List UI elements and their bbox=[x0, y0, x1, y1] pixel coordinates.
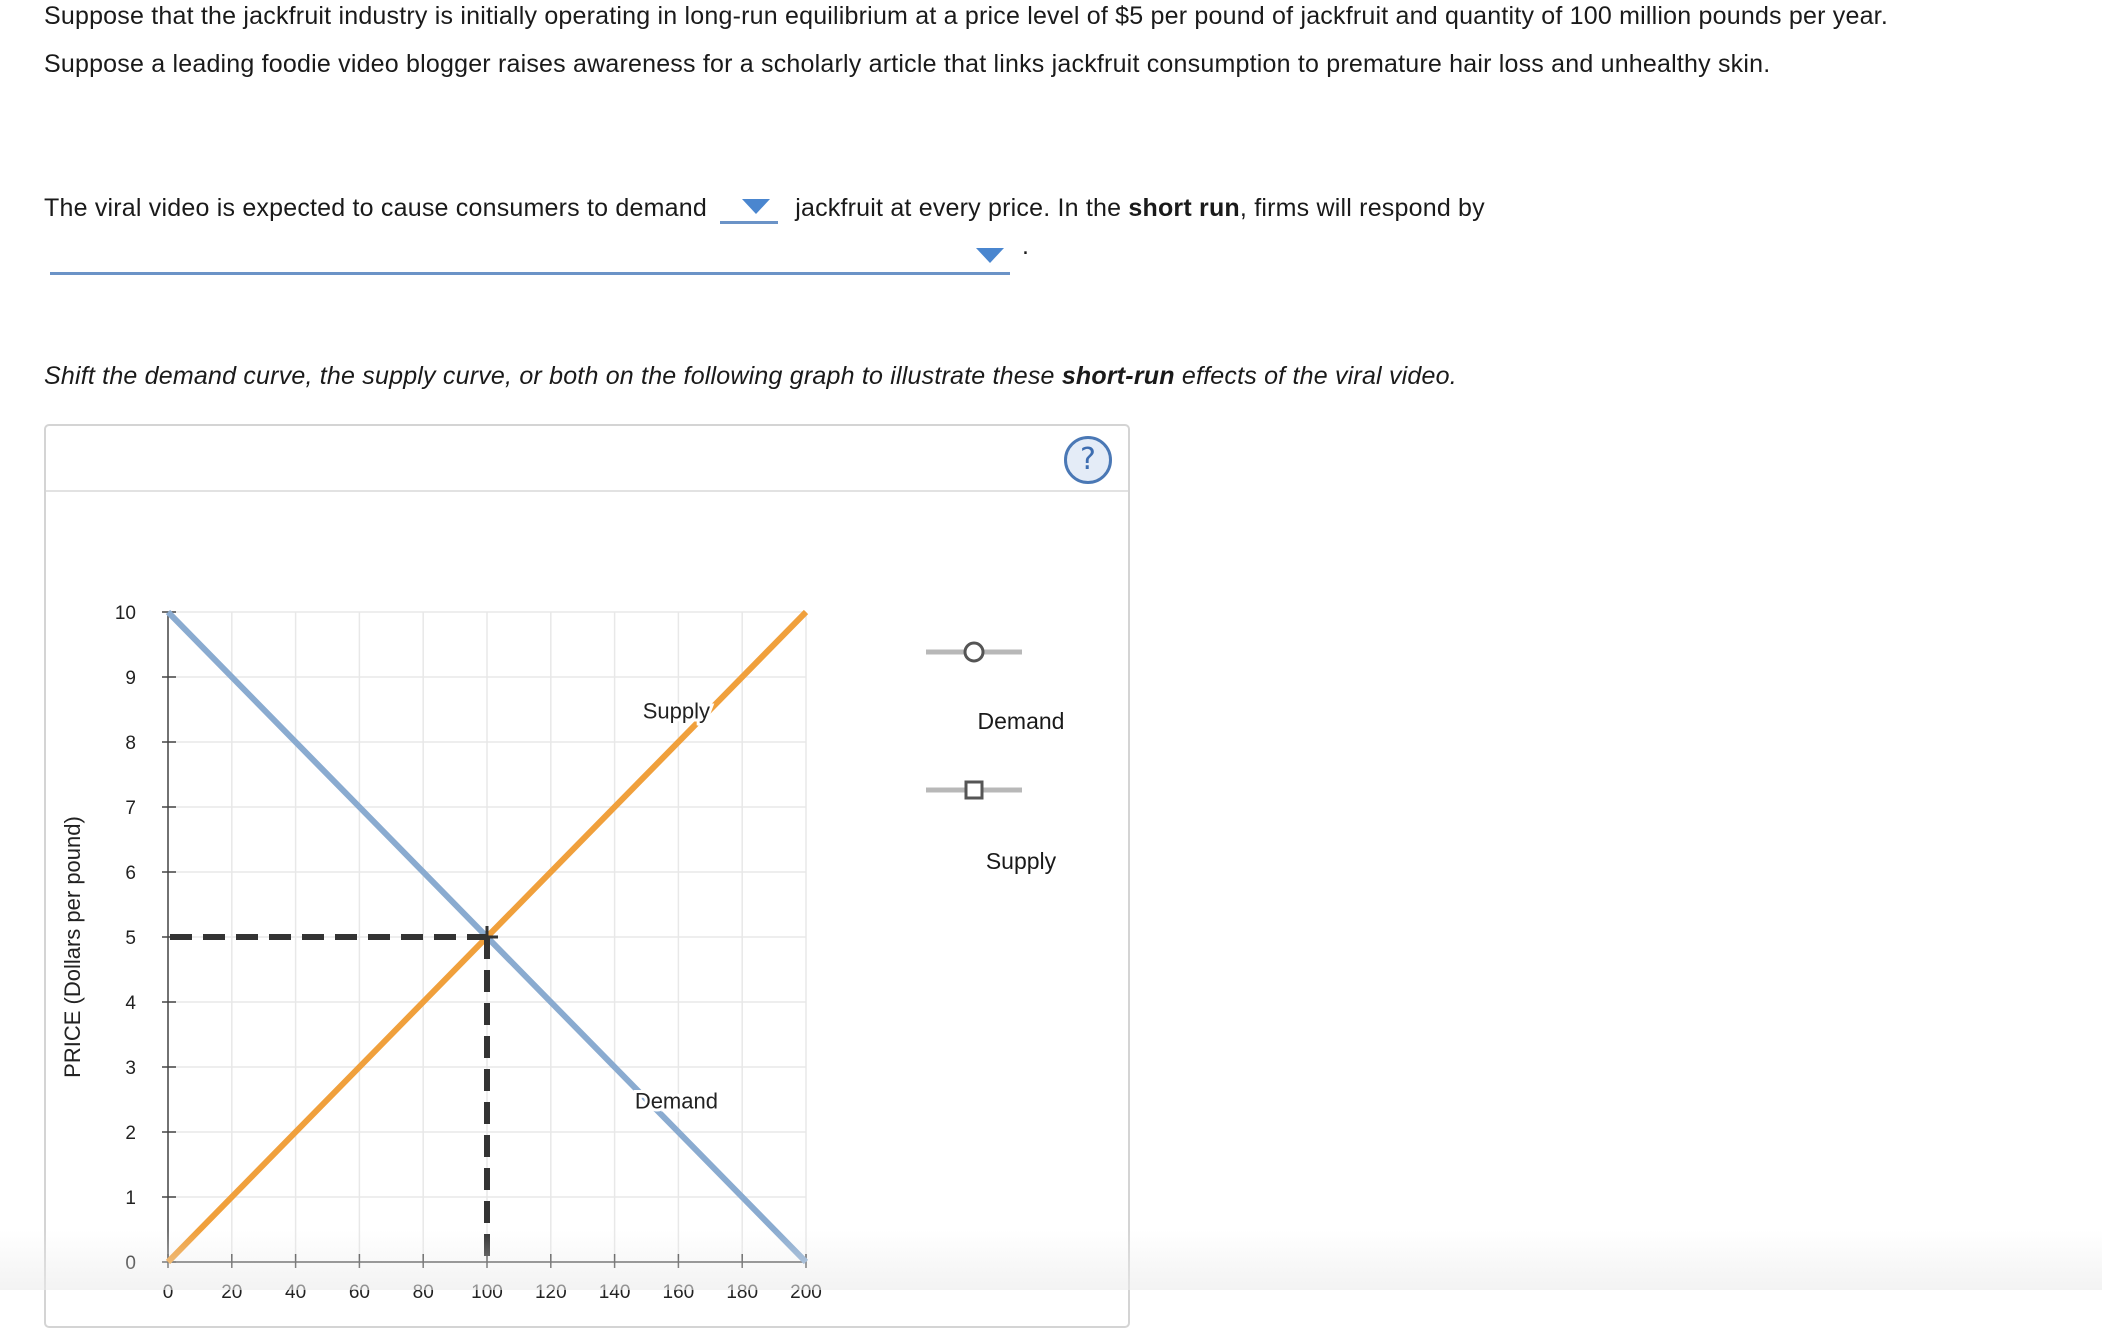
y-tick-label: 8 bbox=[125, 733, 136, 754]
x-tick-label: 140 bbox=[599, 1282, 631, 1303]
demand-curve-label: Demand bbox=[635, 1089, 718, 1114]
legend-supply-label: Supply bbox=[985, 848, 1057, 874]
y-axis-label: PRICE (Dollars per pound) bbox=[60, 816, 85, 1078]
y-tick-label: 6 bbox=[125, 863, 136, 884]
question-line: The viral video is expected to cause con… bbox=[44, 184, 1904, 232]
x-tick-label: 160 bbox=[663, 1282, 695, 1303]
firm-response-dropdown[interactable] bbox=[50, 240, 1010, 275]
x-tick-label: 180 bbox=[726, 1282, 758, 1303]
question-text-3: , firms will respond by bbox=[1239, 194, 1485, 222]
x-tick-label: 60 bbox=[349, 1282, 370, 1303]
x-tick-label: 20 bbox=[221, 1282, 242, 1303]
y-tick-label: 4 bbox=[125, 993, 136, 1014]
y-tick-label: 0 bbox=[125, 1253, 136, 1274]
graph-panel: ? 0 1 2 3 4 5 6 7 8 9 10 0 20 40 60 80 100 120 140 160 180 20… bbox=[44, 424, 1130, 1328]
question-bold-short-run: short run bbox=[1128, 194, 1240, 222]
instruction-text-2: effects of the viral video. bbox=[1181, 362, 1457, 390]
graph-svg: 0123456789100 20 40 60 80 100 120 140 160 180 200P… bbox=[60, 603, 1022, 1303]
x-tick-label: 100 bbox=[471, 1282, 503, 1303]
y-tick-label: 1 bbox=[125, 1188, 136, 1209]
legend-demand-label: Demand bbox=[977, 708, 1065, 734]
question-text-2: jackfruit at every price. In the bbox=[795, 194, 1122, 222]
x-tick-label: 80 bbox=[413, 1282, 434, 1303]
x-tick-label: 200 bbox=[790, 1282, 822, 1303]
legend-demand-circle-icon[interactable] bbox=[963, 641, 985, 663]
demand-change-dropdown[interactable] bbox=[720, 191, 779, 224]
y-tick-label: 10 bbox=[115, 603, 136, 624]
question-text-1: The viral video is expected to cause con… bbox=[44, 194, 707, 222]
instruction-bold-short-run: short-run bbox=[1061, 362, 1175, 390]
instruction-text-1: Shift the demand curve, the supply curve… bbox=[44, 362, 1055, 390]
dropdown-arrow-icon bbox=[742, 199, 771, 214]
y-tick-label: 5 bbox=[125, 928, 136, 949]
x-tick-label: 120 bbox=[535, 1282, 567, 1303]
intro-paragraph: Suppose that the jackfruit industry is i… bbox=[44, 2, 1888, 78]
x-tick-label: 40 bbox=[285, 1282, 306, 1303]
x-tick-label: 0 bbox=[163, 1282, 174, 1303]
dropdown-arrow-icon bbox=[976, 248, 1004, 263]
supply-curve-label: Supply bbox=[643, 699, 710, 724]
legend-supply-square-icon[interactable] bbox=[964, 780, 984, 800]
y-tick-label: 3 bbox=[125, 1058, 136, 1079]
y-tick-label: 2 bbox=[125, 1123, 136, 1144]
y-tick-label: 9 bbox=[125, 668, 136, 689]
instruction-text: Shift the demand curve, the supply curve… bbox=[44, 352, 1904, 400]
sentence-period: . bbox=[1022, 232, 1029, 260]
y-tick-label: 7 bbox=[125, 798, 136, 819]
